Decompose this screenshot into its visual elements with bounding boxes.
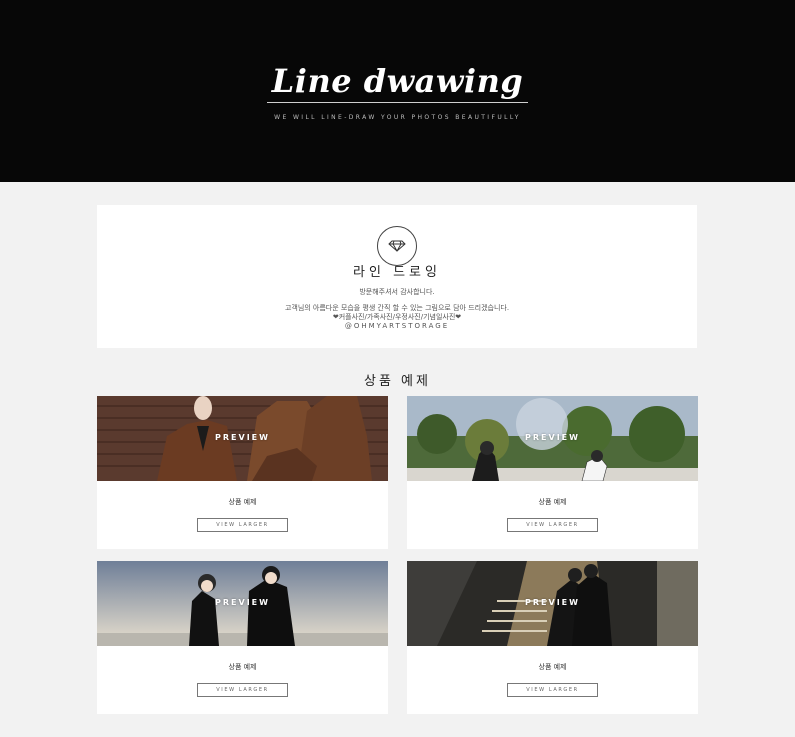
hero-banner: Line dwawing WE WILL LINE-DRAW YOUR PHOT… [0, 0, 795, 182]
product-card[interactable]: PREVIEW 상품 예제 VIEW LARGER [407, 561, 698, 714]
product-thumbnail[interactable]: PREVIEW [407, 561, 698, 646]
product-card[interactable]: PREVIEW 상품 예제 VIEW LARGER [97, 561, 388, 714]
intro-panel: 라인 드로잉 방문해주셔서 감사합니다. 고객님의 아름다운 모습을 평생 간직… [97, 205, 697, 348]
preview-label: PREVIEW [525, 433, 580, 442]
section-title: 상품 예제 [364, 374, 431, 389]
product-thumbnail[interactable]: PREVIEW [407, 396, 698, 481]
intro-line: 고객님의 아름다운 모습을 평생 간직 할 수 있는 그림으로 담아 드리겠습니… [284, 304, 510, 312]
intro-line: ❤커플사진/가족사진/우정사진/기념일사진❤ [332, 313, 462, 321]
diamond-icon [377, 226, 417, 266]
view-larger-button[interactable]: VIEW LARGER [197, 518, 288, 532]
product-name: 상품 예제 [538, 663, 567, 671]
intro-description: 고객님의 아름다운 모습을 평생 간직 할 수 있는 그림으로 담아 드리겠습니… [97, 304, 697, 331]
preview-label: PREVIEW [215, 598, 270, 607]
instagram-handle: @OHMYARTSTORAGE [344, 322, 450, 330]
product-card[interactable]: PREVIEW 상품 예제 VIEW LARGER [407, 396, 698, 549]
preview-label: PREVIEW [525, 598, 580, 607]
preview-label: PREVIEW [215, 433, 270, 442]
hero-subtitle: WE WILL LINE-DRAW YOUR PHOTOS BEAUTIFULL… [274, 114, 521, 121]
view-larger-button[interactable]: VIEW LARGER [507, 683, 598, 697]
product-card[interactable]: PREVIEW 상품 예제 VIEW LARGER [97, 396, 388, 549]
product-thumbnail[interactable]: PREVIEW [97, 396, 388, 481]
product-name: 상품 예제 [228, 498, 257, 506]
intro-title: 라인 드로잉 [353, 265, 441, 280]
view-larger-button[interactable]: VIEW LARGER [507, 518, 598, 532]
product-name: 상품 예제 [228, 663, 257, 671]
hero-divider [267, 102, 528, 103]
view-larger-button[interactable]: VIEW LARGER [197, 683, 288, 697]
intro-thanks: 방문해주셔서 감사합니다. [359, 288, 435, 296]
hero-title: Line dwawing [271, 62, 524, 100]
product-thumbnail[interactable]: PREVIEW [97, 561, 388, 646]
product-name: 상품 예제 [538, 498, 567, 506]
